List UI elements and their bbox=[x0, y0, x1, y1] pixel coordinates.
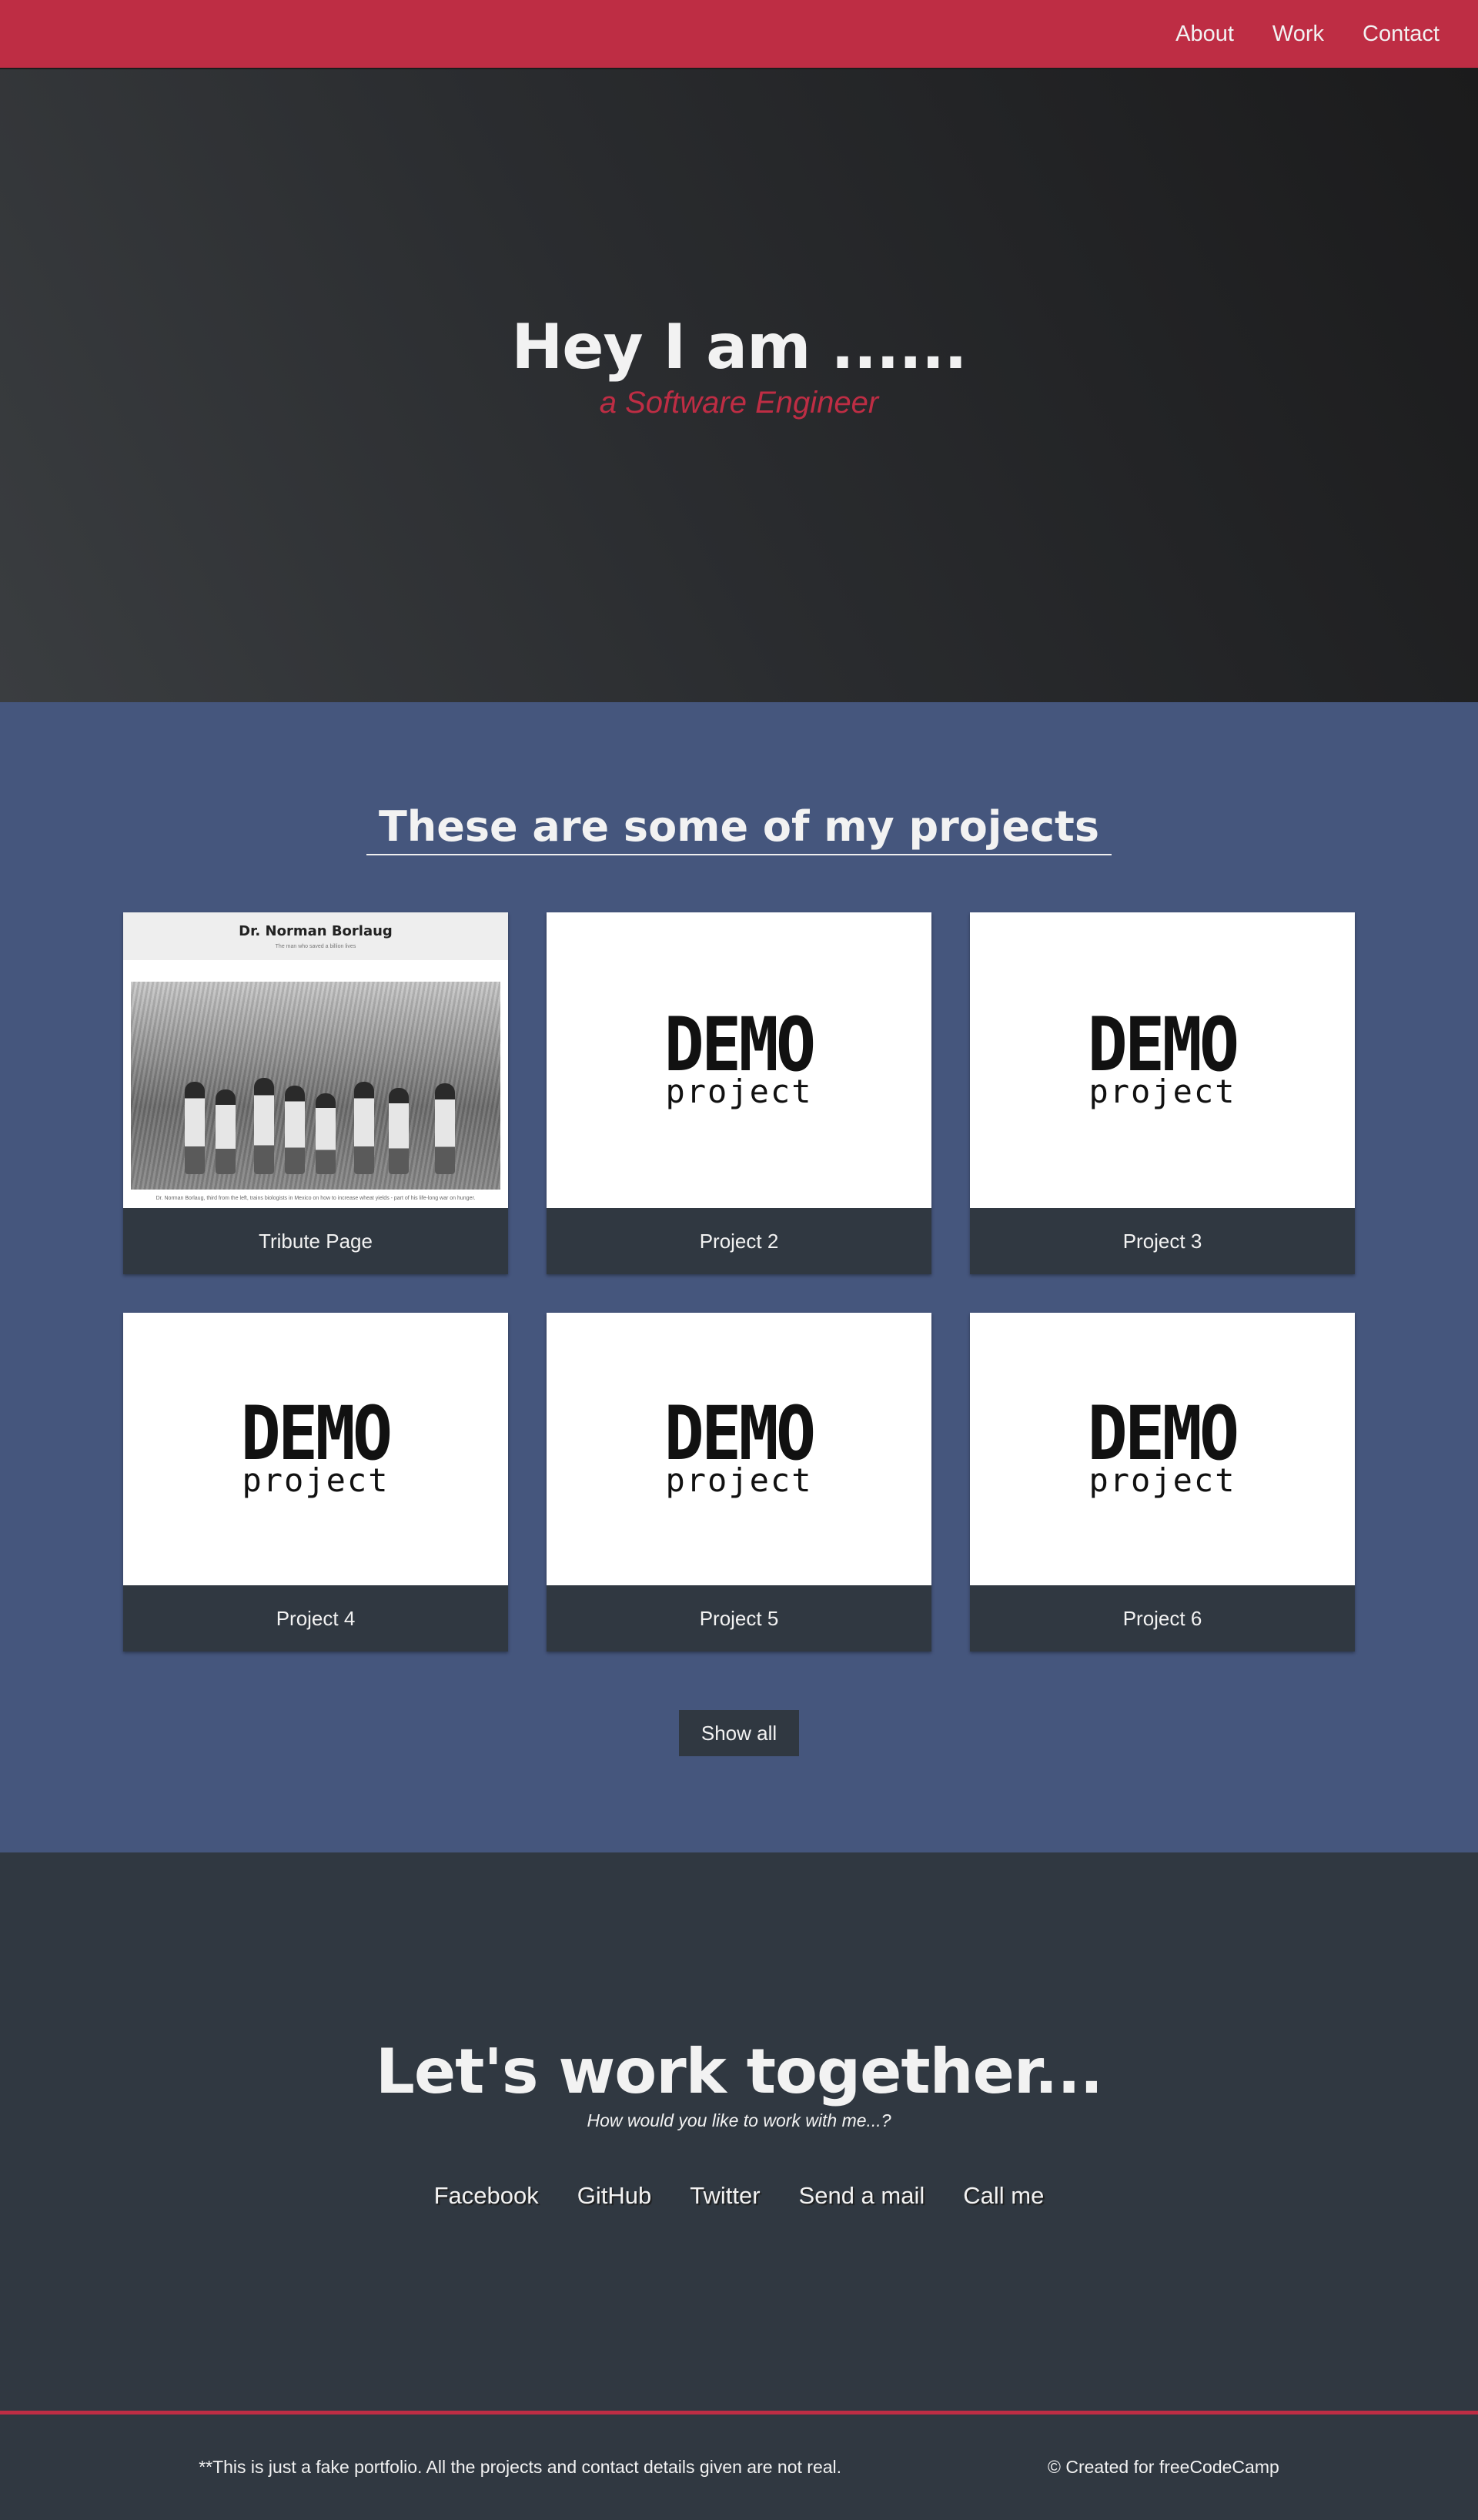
project-tile-6[interactable]: DEMO project Project 6 bbox=[970, 1313, 1355, 1652]
tribute-photo bbox=[131, 982, 500, 1190]
tribute-thumb-caption: Dr. Norman Borlaug, third from the left,… bbox=[155, 1196, 476, 1201]
project-image-demo: DEMO project bbox=[547, 912, 931, 1208]
project-title: Project 2 bbox=[699, 1229, 779, 1253]
contact-subheading: How would you like to work with me...? bbox=[587, 2110, 891, 2130]
footer-disclaimer: **This is just a fake portfolio. All the… bbox=[199, 2457, 842, 2477]
project-image-tribute: Dr. Norman Borlaug The man who saved a b… bbox=[123, 912, 508, 1208]
contact-link-facebook[interactable]: Facebook bbox=[434, 2182, 539, 2210]
hero-subtitle: a Software Engineer bbox=[599, 385, 879, 420]
tribute-thumb-subtitle: The man who saved a billion lives bbox=[275, 944, 356, 949]
demo-project-logo: DEMO project bbox=[656, 1391, 821, 1497]
project-title: Project 3 bbox=[1122, 1229, 1202, 1253]
demo-project-logo: DEMO project bbox=[1079, 1391, 1245, 1497]
tribute-thumb-title: Dr. Norman Borlaug bbox=[239, 923, 393, 939]
demo-project-logo: DEMO project bbox=[232, 1391, 398, 1497]
demo-project-logo: DEMO project bbox=[1079, 1002, 1245, 1108]
project-tile-3[interactable]: DEMO project Project 3 bbox=[970, 912, 1355, 1274]
project-title: Project 5 bbox=[699, 1606, 779, 1630]
project-title: Project 6 bbox=[1122, 1606, 1202, 1630]
project-tile-4[interactable]: DEMO project Project 4 bbox=[123, 1313, 508, 1652]
demo-project-logo: DEMO project bbox=[656, 1002, 821, 1108]
show-all-button[interactable]: Show all bbox=[679, 1710, 799, 1756]
contact-links: Facebook GitHub Twitter Send a mail Call… bbox=[434, 2182, 1045, 2210]
contact-section: Let's work together... How would you lik… bbox=[0, 1852, 1478, 2415]
contact-link-github[interactable]: GitHub bbox=[577, 2182, 651, 2210]
demo-logo-big: DEMO bbox=[1088, 1391, 1239, 1478]
project-tile-2[interactable]: DEMO project Project 2 bbox=[547, 912, 931, 1274]
nav-link-about[interactable]: About bbox=[1175, 22, 1234, 47]
hero-title: Hey I am ...... bbox=[511, 310, 967, 383]
welcome-section: Hey I am ...... a Software Engineer bbox=[0, 69, 1478, 702]
project-image-demo: DEMO project bbox=[970, 912, 1355, 1208]
project-title: Tribute Page bbox=[259, 1229, 373, 1253]
demo-logo-big: DEMO bbox=[664, 1002, 816, 1089]
contact-link-twitter[interactable]: Twitter bbox=[690, 2182, 760, 2210]
contact-heading: Let's work together... bbox=[375, 2036, 1103, 2107]
footer-credit: © Created for freeCodeCamp bbox=[1048, 2457, 1279, 2477]
demo-logo-big: DEMO bbox=[664, 1391, 816, 1478]
nav-link-work[interactable]: Work bbox=[1272, 22, 1324, 47]
navbar: About Work Contact bbox=[0, 0, 1478, 69]
projects-heading: These are some of my projects bbox=[366, 802, 1112, 855]
demo-logo-big: DEMO bbox=[241, 1391, 393, 1478]
project-tile-5[interactable]: DEMO project Project 5 bbox=[547, 1313, 931, 1652]
nav-link-contact[interactable]: Contact bbox=[1363, 22, 1440, 47]
demo-logo-big: DEMO bbox=[1088, 1002, 1239, 1089]
tribute-thumbnail: Dr. Norman Borlaug The man who saved a b… bbox=[123, 912, 508, 1208]
project-image-demo: DEMO project bbox=[547, 1313, 931, 1585]
project-title: Project 4 bbox=[276, 1606, 356, 1630]
project-image-demo: DEMO project bbox=[123, 1313, 508, 1585]
projects-grid: Dr. Norman Borlaug The man who saved a b… bbox=[123, 912, 1355, 1652]
project-image-demo: DEMO project bbox=[970, 1313, 1355, 1585]
footer: **This is just a fake portfolio. All the… bbox=[0, 2415, 1478, 2520]
contact-link-mail[interactable]: Send a mail bbox=[799, 2182, 925, 2210]
projects-section: These are some of my projects Dr. Norman… bbox=[0, 702, 1478, 1852]
project-tile-tribute[interactable]: Dr. Norman Borlaug The man who saved a b… bbox=[123, 912, 508, 1274]
contact-link-call[interactable]: Call me bbox=[963, 2182, 1044, 2210]
